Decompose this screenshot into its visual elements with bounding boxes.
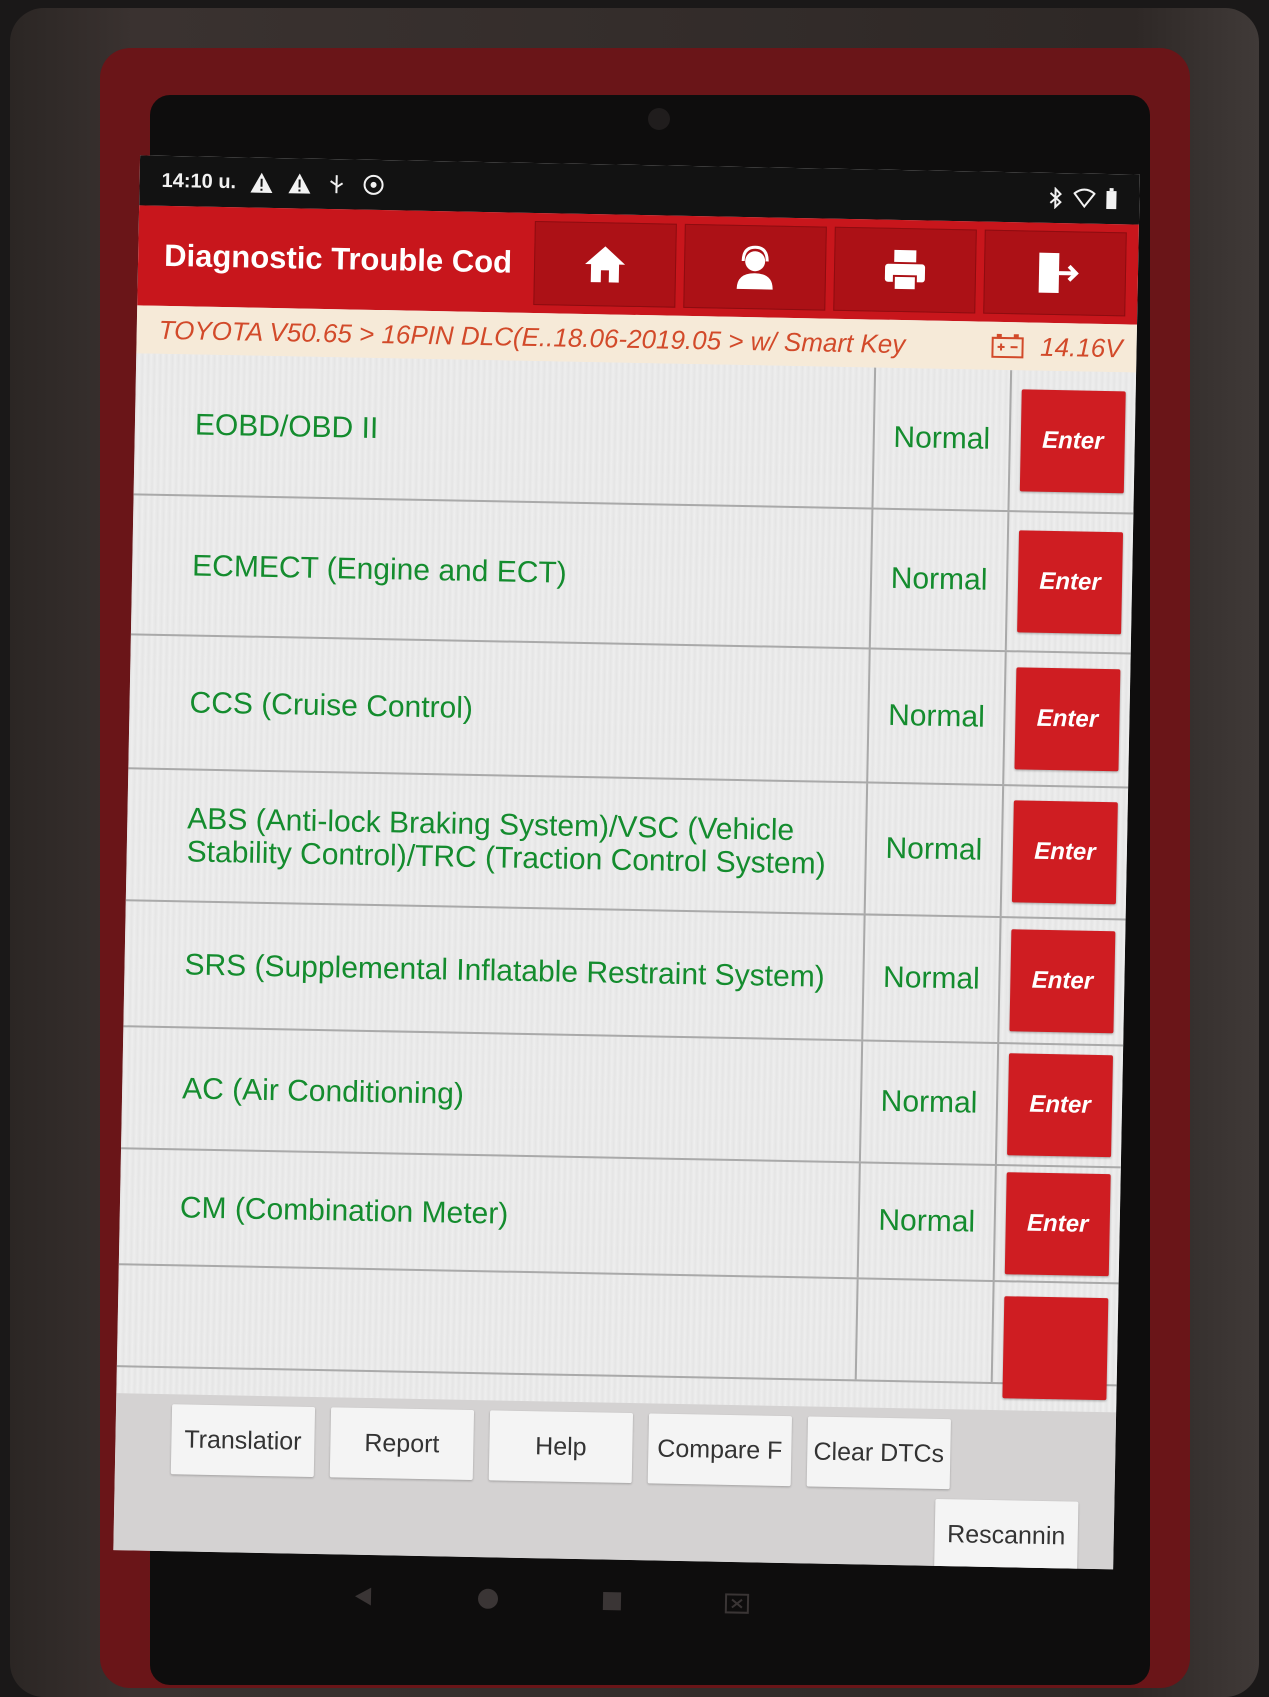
home-nav-icon[interactable] [475,1587,499,1611]
back-icon[interactable] [350,1584,374,1608]
system-name: CCS (Cruise Control) [128,635,871,782]
rescanning-button[interactable]: Rescannin [934,1498,1079,1570]
print-icon [884,249,926,292]
system-status: Normal [860,1041,1000,1165]
wifi-icon [1073,188,1096,209]
table-row: ECMECT (Engine and ECT) Normal Enter [130,495,1134,655]
camera-icon [648,108,670,130]
system-list: EOBD/OBD II Normal Enter ECMECT (Engine … [116,353,1137,1413]
clock: 14:10 u. [161,169,237,193]
voltage-value: 14.16V [1039,331,1123,363]
clear-dtcs-button[interactable]: Clear DTCs [806,1416,951,1490]
settings-icon [364,174,385,195]
system-status: Normal [870,509,1010,651]
battery-voltage-icon [990,333,1024,359]
exit-icon [1038,252,1079,294]
print-button[interactable] [833,226,977,314]
enter-button[interactable]: Enter [1014,667,1121,772]
report-button[interactable]: Report [329,1407,475,1481]
page-title: Diagnostic Trouble Cod [163,237,513,280]
support-button[interactable] [683,223,827,311]
compare-button[interactable]: Compare F [647,1413,793,1487]
home-icon [585,246,626,283]
breadcrumb-path: TOYOTA V50.65 > 16PIN DLC(E..18.06-2019.… [158,314,906,359]
bluetooth-icon [1049,186,1062,210]
system-status: Normal [873,367,1013,511]
table-row-partial [116,1265,1119,1401]
battery-icon [1106,188,1117,210]
warning-icon [288,173,311,194]
system-status: Normal [858,1163,997,1281]
translation-button[interactable]: Translatior [170,1404,316,1477]
system-name: EOBD/OBD II [133,353,877,508]
app-header: Diagnostic Trouble Cod [137,205,1139,325]
table-row: ABS (Anti-lock Braking System)/VSC (Vehi… [125,769,1129,921]
enter-button[interactable] [1002,1296,1109,1401]
recent-apps-icon[interactable] [600,1590,622,1612]
table-row: SRS (Supplemental Inflatable Restraint S… [123,901,1126,1047]
system-status: Normal [863,915,1002,1043]
table-row: CM (Combination Meter) Normal Enter [118,1149,1121,1285]
table-row: CCS (Cruise Control) Normal Enter [128,635,1131,789]
enter-button[interactable]: Enter [1009,929,1116,1034]
system-name: AC (Air Conditioning) [121,1027,864,1162]
screenshot-icon[interactable] [723,1591,749,1615]
app-screen: 14:10 u. Diagnostic Trouble Cod TOYOTA V… [113,155,1140,1570]
bottom-toolbar: Translatior Report Help Compare F Clear … [113,1393,1117,1570]
enter-button[interactable]: Enter [1019,389,1126,494]
home-button[interactable] [533,220,677,308]
system-status: Normal [865,783,1005,917]
enter-button[interactable]: Enter [1007,1053,1113,1158]
system-name: CM (Combination Meter) [118,1149,861,1278]
warning-icon [250,172,273,193]
exit-button[interactable] [983,229,1127,317]
system-navigation-bar [299,1565,800,1635]
system-name: SRS (Supplemental Inflatable Restraint S… [123,901,866,1040]
table-row: AC (Air Conditioning) Normal Enter [121,1027,1124,1169]
usb-icon [330,175,344,194]
system-name: ABS (Anti-lock Braking System)/VSC (Vehi… [125,769,869,914]
enter-button[interactable]: Enter [1017,530,1124,635]
table-row: EOBD/OBD II Normal Enter [133,353,1137,515]
enter-button[interactable]: Enter [1004,1172,1111,1277]
system-status: Normal [868,649,1007,785]
help-button[interactable]: Help [488,1410,634,1484]
system-name: ECMECT (Engine and ECT) [130,495,874,648]
enter-button[interactable]: Enter [1011,800,1118,905]
support-icon [736,245,773,290]
